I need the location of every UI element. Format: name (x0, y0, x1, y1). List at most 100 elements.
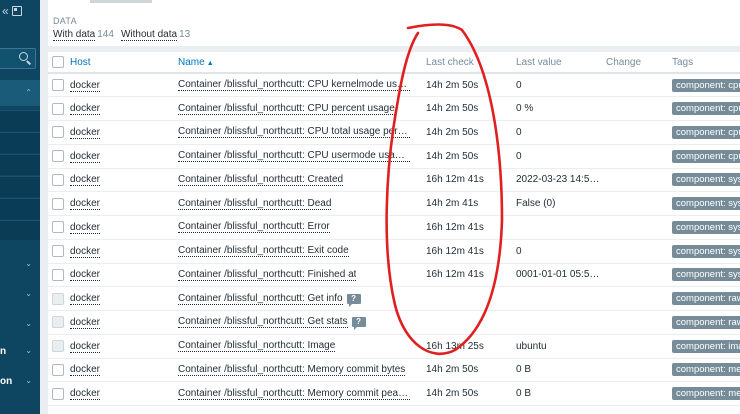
host-link[interactable]: docker (70, 245, 101, 258)
host-cell: docker (66, 239, 174, 264)
last-check-cell: 14h 2m 50s (422, 381, 512, 406)
tag-badge[interactable]: component: system (672, 197, 740, 211)
sidebar-submenu-item[interactable] (0, 154, 40, 175)
select-all-checkbox[interactable] (52, 56, 64, 68)
tag-badge[interactable]: component: image (672, 339, 740, 353)
item-name-link[interactable]: Container /blissful_northcutt: Dead (178, 198, 332, 210)
item-name-link[interactable]: Container /blissful_northcutt: Memory co… (178, 388, 410, 400)
item-name-link[interactable]: Container /blissful_northcutt: CPU total… (178, 126, 410, 139)
item-name-link[interactable]: Container /blissful_northcutt: Image (178, 340, 336, 353)
host-link[interactable]: docker (70, 388, 101, 401)
row-checkbox[interactable] (52, 292, 64, 305)
last-value-cell: 0 B (512, 358, 602, 383)
item-name-link[interactable]: Container /blissful_northcutt: Memory co… (178, 364, 406, 376)
row-checkbox[interactable] (52, 316, 64, 329)
table-row: docker Container /blissful_northcutt: Get… (48, 286, 740, 311)
sidebar-submenu-item[interactable] (0, 176, 40, 197)
tag-badge[interactable]: component: cpu (672, 125, 740, 139)
item-name-link[interactable]: Container /blissful_northcutt: CPU userm… (178, 150, 410, 163)
row-checkbox[interactable] (52, 221, 64, 234)
row-checkbox[interactable] (52, 363, 64, 376)
host-cell: docker (66, 310, 174, 335)
info-hint-icon[interactable]: ? (351, 317, 366, 331)
item-name-link[interactable]: Container /blissful_northcutt: Finished … (178, 269, 357, 281)
row-checkbox[interactable] (52, 245, 64, 258)
host-link[interactable]: docker (70, 126, 101, 139)
tag-badge[interactable]: component: raw (672, 292, 740, 306)
tag-badge[interactable]: component: system (672, 173, 740, 187)
host-link[interactable]: docker (70, 340, 101, 353)
row-checkbox[interactable] (52, 387, 64, 400)
sidebar-item-label[interactable]: n (0, 346, 6, 357)
last-check-cell: 16h 12m 41s (422, 239, 512, 264)
chevron-down-icon[interactable]: ⌄ (25, 346, 32, 355)
chevron-down-icon[interactable]: ⌄ (25, 376, 32, 385)
tags-cell: component: memory (668, 381, 740, 406)
host-cell: docker (66, 96, 174, 121)
tag-badge[interactable]: component: system (672, 268, 740, 282)
row-checkbox[interactable] (52, 268, 64, 281)
table-row: docker Container /blissful_northcutt: Mem… (48, 358, 740, 383)
sidebar-submenu-item[interactable] (0, 220, 40, 240)
without-data-link[interactable]: Without data (120, 29, 178, 41)
chevron-down-icon[interactable]: ⌄ (25, 259, 32, 268)
column-header-name[interactable]: Name ▲ (174, 52, 422, 74)
tag-badge[interactable]: component: raw (672, 315, 740, 329)
row-checkbox[interactable] (52, 79, 64, 92)
host-cell: docker (66, 191, 174, 216)
item-name-link[interactable]: Container /blissful_northcutt: Get stats (178, 316, 348, 329)
column-header-tags: Tags (668, 52, 740, 74)
kiosk-mode-icon[interactable] (11, 6, 22, 16)
row-checkbox[interactable] (52, 197, 64, 210)
info-hint-icon[interactable]: ? (346, 293, 361, 307)
item-name-link[interactable]: Container /blissful_northcutt: CPU perce… (178, 103, 395, 115)
sidebar-search-input[interactable] (0, 48, 36, 69)
host-link[interactable]: docker (70, 174, 101, 187)
host-link[interactable]: docker (70, 269, 101, 282)
row-checkbox[interactable] (52, 150, 64, 163)
table-row: docker Container /blissful_northcutt: Get… (48, 310, 740, 335)
collapse-sidebar-icon[interactable]: « (2, 5, 9, 17)
sidebar-submenu-item[interactable] (0, 110, 40, 131)
column-header-host[interactable]: Host (66, 52, 174, 74)
host-link[interactable]: docker (70, 293, 101, 306)
row-select-cell (48, 239, 66, 264)
row-checkbox[interactable] (52, 340, 64, 353)
sidebar-submenu-item[interactable] (0, 132, 40, 153)
filter-tabs-strip (48, 0, 740, 10)
tag-badge[interactable]: component: cpu (672, 149, 740, 163)
chevron-down-icon[interactable]: ⌄ (25, 289, 32, 298)
item-name-link[interactable]: Container /blissful_northcutt: CPU kerne… (178, 79, 410, 92)
item-name-link[interactable]: Container /blissful_northcutt: Created (178, 174, 344, 186)
tags-cell: component: system (668, 263, 740, 288)
change-cell (602, 73, 668, 98)
row-checkbox[interactable] (52, 102, 64, 115)
sidebar-item-active[interactable]: ⌃ (0, 80, 40, 106)
tags-cell: component: raw (668, 286, 740, 311)
sidebar-item-label[interactable]: on (0, 376, 12, 387)
tag-badge[interactable]: component: system (672, 220, 740, 234)
row-checkbox[interactable] (52, 126, 64, 139)
item-name-link[interactable]: Container /blissful_northcutt: Error (178, 221, 330, 234)
host-link[interactable]: docker (70, 316, 101, 329)
filter-tab[interactable] (90, 0, 152, 3)
host-link[interactable]: docker (70, 364, 101, 377)
table-row: docker Container /blissful_northcutt: CPU… (48, 73, 740, 98)
host-link[interactable]: docker (70, 150, 101, 163)
item-name-link[interactable]: Container /blissful_northcutt: Exit code (178, 245, 349, 258)
tag-badge[interactable]: component: memory (672, 363, 740, 377)
tag-badge[interactable]: component: cpu (672, 78, 740, 92)
host-link[interactable]: docker (70, 198, 101, 211)
item-name-link[interactable]: Container /blissful_northcutt: Get info (178, 293, 343, 305)
row-checkbox[interactable] (52, 173, 64, 186)
chevron-down-icon[interactable]: ⌄ (25, 319, 32, 328)
change-cell (602, 286, 668, 311)
host-link[interactable]: docker (70, 103, 101, 116)
tag-badge[interactable]: component: memory (672, 387, 740, 401)
host-link[interactable]: docker (70, 221, 101, 234)
sidebar-submenu-item[interactable] (0, 198, 40, 219)
host-link[interactable]: docker (70, 79, 101, 92)
with-data-link[interactable]: With data (53, 29, 96, 41)
tag-badge[interactable]: component: system (672, 244, 740, 258)
tag-badge[interactable]: component: cpu (672, 102, 740, 116)
